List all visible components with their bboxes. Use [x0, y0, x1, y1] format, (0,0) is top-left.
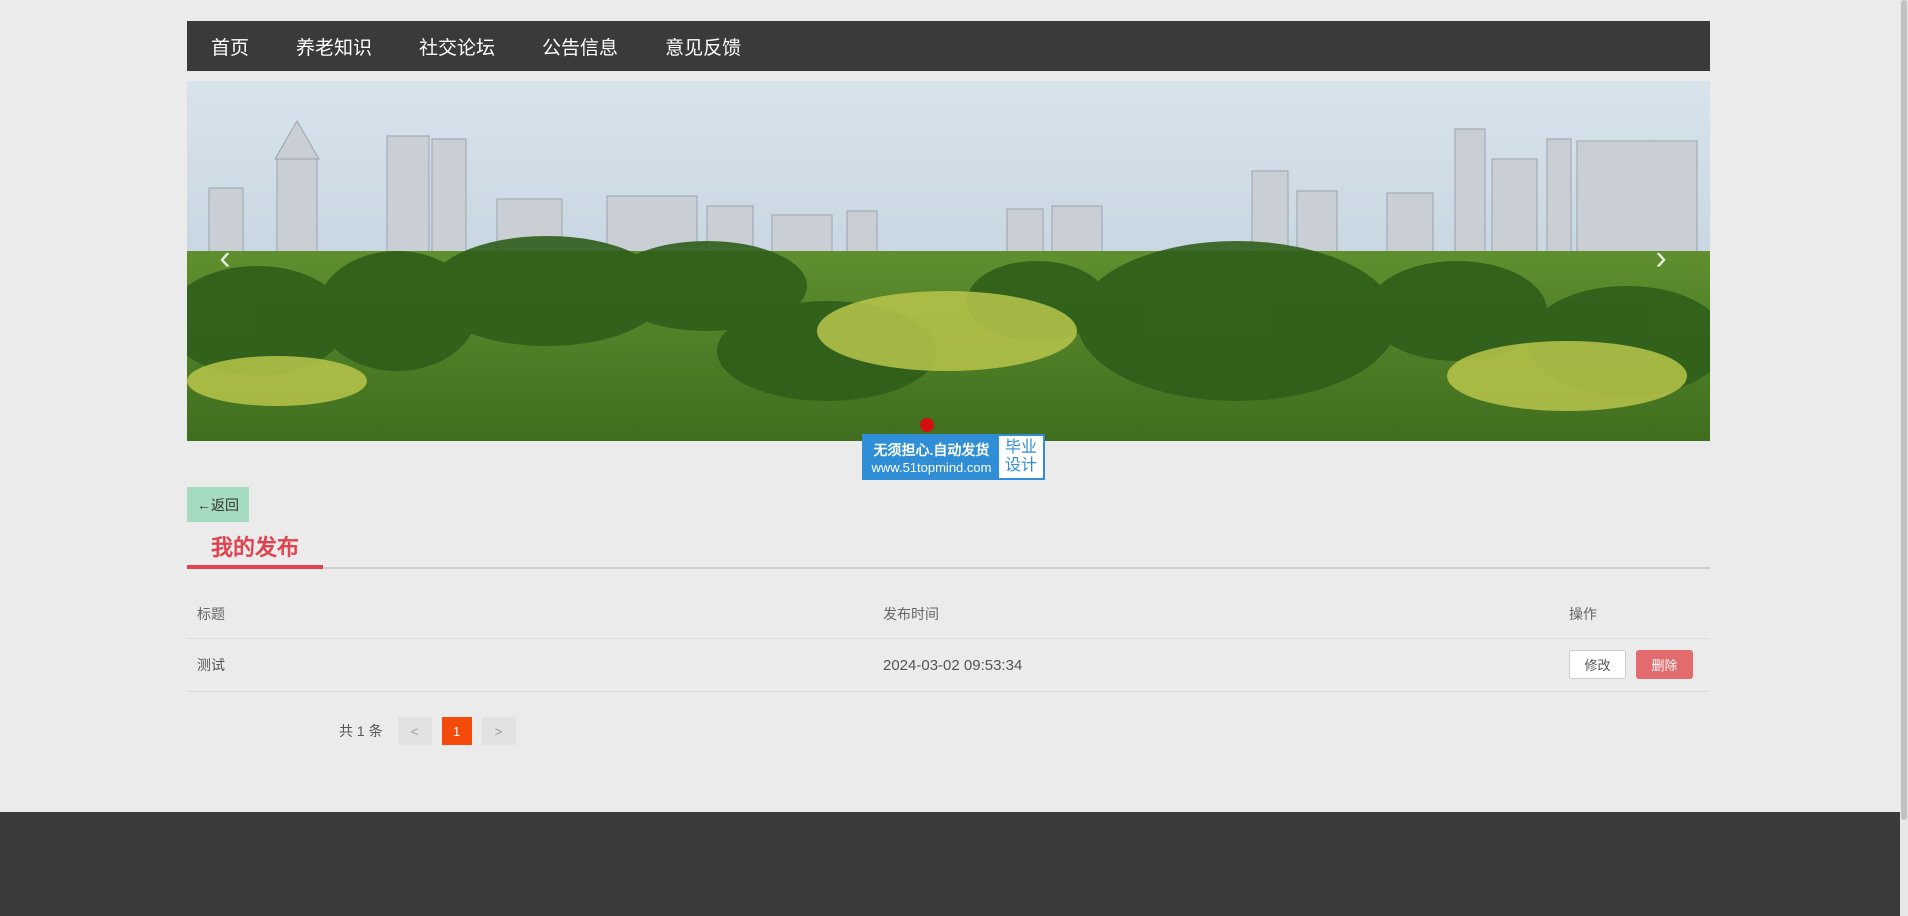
- nav-item-elderly-knowledge[interactable]: 养老知识: [296, 33, 372, 60]
- pagination-next-button[interactable]: >: [481, 717, 516, 745]
- cell-title: 测试: [197, 657, 225, 673]
- carousel-indicator-dot[interactable]: [920, 418, 934, 432]
- table-header: 标题 发布时间 操作: [187, 590, 1710, 639]
- pagination: 共 1 条 < 1 >: [339, 717, 516, 745]
- footer: [0, 812, 1900, 916]
- cell-actions: 修改 删除: [1569, 650, 1693, 679]
- carousel-next-icon[interactable]: ›: [1641, 238, 1681, 278]
- pagination-total: 共 1 条: [339, 723, 383, 739]
- watermark-tag-1: 毕业: [1004, 439, 1037, 456]
- delete-button[interactable]: 删除: [1636, 650, 1693, 679]
- cell-time: 2024-03-02 09:53:34: [883, 656, 1023, 674]
- column-header-time: 发布时间: [883, 606, 939, 622]
- nav-item-home[interactable]: 首页: [211, 33, 249, 60]
- table-row: 测试 2024-03-02 09:53:34 修改 删除: [187, 639, 1710, 692]
- back-button[interactable]: ←返回: [187, 487, 249, 522]
- nav-item-feedback[interactable]: 意见反馈: [665, 33, 741, 60]
- watermark-tag-2: 设计: [1004, 457, 1037, 474]
- watermark-text: 无须担心.自动发货: [873, 441, 990, 458]
- column-header-title: 标题: [197, 606, 225, 622]
- top-nav: 首页 养老知识 社交论坛 公告信息 意见反馈: [187, 21, 1710, 71]
- section-title-tab: 我的发布: [187, 527, 323, 569]
- banner-carousel: [187, 81, 1710, 441]
- banner-image: [187, 81, 1710, 441]
- posts-table: 标题 发布时间 操作 测试 2024-03-02 09:53:34 修改 删除: [187, 590, 1710, 692]
- watermark-url: www.51topmind.com: [871, 459, 992, 475]
- scrollbar-thumb[interactable]: [1901, 0, 1907, 820]
- pagination-prev-button[interactable]: <: [397, 717, 432, 745]
- nav-item-forum[interactable]: 社交论坛: [419, 33, 495, 60]
- page-title: 我的发布: [210, 535, 299, 560]
- pagination-page-1[interactable]: 1: [441, 717, 472, 745]
- section-header: 我的发布: [187, 527, 1710, 569]
- nav-item-announcements[interactable]: 公告信息: [542, 33, 618, 60]
- edit-button[interactable]: 修改: [1569, 650, 1626, 679]
- carousel-prev-icon[interactable]: ‹: [205, 238, 245, 278]
- column-header-actions: 操作: [1569, 606, 1597, 622]
- watermark-logo: 无须担心.自动发货 www.51topmind.com 毕业 设计: [862, 434, 1045, 480]
